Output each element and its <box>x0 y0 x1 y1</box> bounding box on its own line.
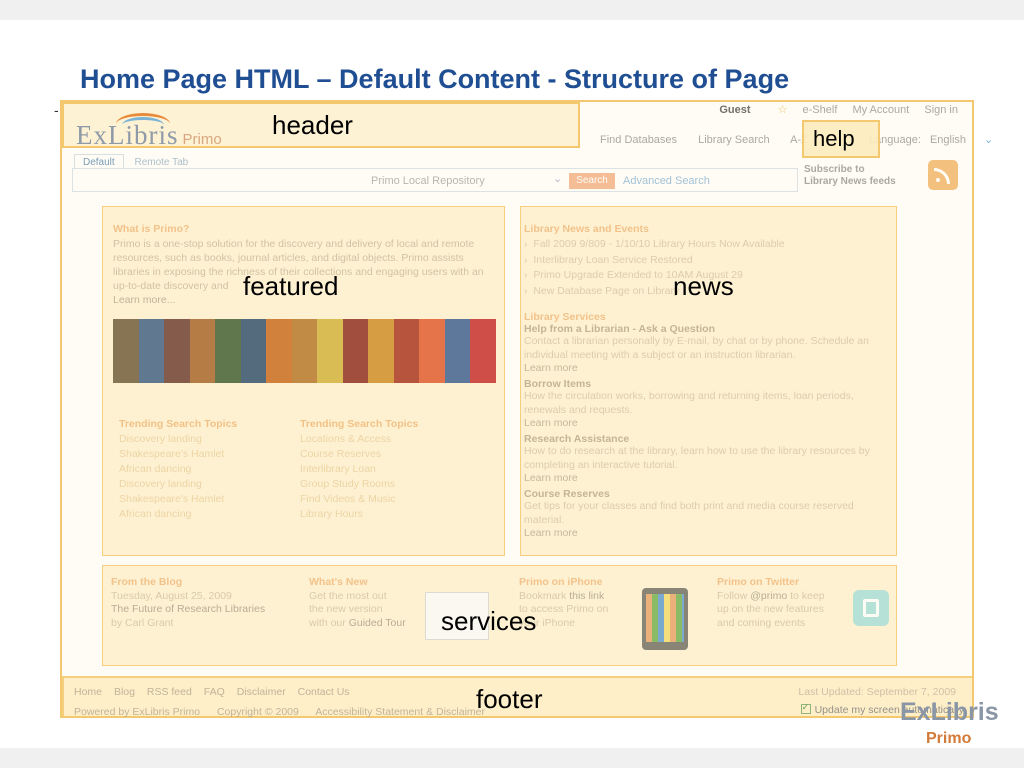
learn-more-link[interactable]: Learn more <box>524 527 884 539</box>
service-twitter: Primo on Twitter Follow @primo to keep u… <box>717 576 825 629</box>
services-region: From the Blog Tuesday, August 25, 2009 T… <box>102 565 897 666</box>
user-links: Guest ☆ e-Shelf My Account Sign in <box>707 103 958 116</box>
trend-item[interactable]: Find Videos & Music <box>300 492 418 507</box>
sign-in-link[interactable]: Sign in <box>924 104 958 116</box>
trend-item[interactable]: Locations & Access <box>300 432 418 447</box>
help-label: help <box>813 126 855 151</box>
logo-exlibris-text: ExLibris <box>76 120 179 150</box>
news-item[interactable]: › Primo Upgrade Extended to 10AM August … <box>524 268 785 284</box>
logo-primo-text: Primo <box>182 131 222 148</box>
guest-label: Guest <box>719 104 751 116</box>
my-account-link[interactable]: My Account <box>852 104 909 116</box>
trending-list-1: Trending Search Topics Discovery landing… <box>119 418 238 522</box>
trend-item[interactable]: Course Reserves <box>300 447 418 462</box>
trend-item[interactable]: Discovery landing <box>119 477 237 492</box>
news-item[interactable]: › Interlibrary Loan Service Restored <box>524 253 785 269</box>
slide-top-band <box>0 0 1024 20</box>
learn-more-link[interactable]: Learn more <box>524 472 884 484</box>
footer-links: Home Blog RSS feed FAQ Disclaimer Contac… <box>74 686 359 698</box>
footer-label: footer <box>476 684 543 714</box>
chevron-down-icon: ⌄ <box>984 134 994 146</box>
header-label: header <box>272 110 353 140</box>
featured-label: featured <box>243 271 339 301</box>
footer-home-link[interactable]: Home <box>74 686 102 698</box>
news-label: news <box>673 271 734 301</box>
news-title: Library News and Events <box>524 223 649 235</box>
subscribe-text[interactable]: Subscribe to Library News feeds <box>804 164 896 188</box>
news-region: Library News and Events › Fall 2009 9/80… <box>520 206 897 556</box>
advanced-search-link[interactable]: Advanced Search <box>623 175 710 187</box>
service-blog: From the Blog Tuesday, August 25, 2009 T… <box>111 576 266 629</box>
services-label: services <box>441 606 537 636</box>
trend-item[interactable]: Discovery landing <box>119 432 237 447</box>
trend-item[interactable]: Group Study Rooms <box>300 477 418 492</box>
scope-select[interactable]: Primo Local Repository <box>371 175 485 187</box>
trend-item[interactable]: Shakespeare's Hamlet <box>119 492 237 507</box>
trend-item[interactable]: Interlibrary Loan <box>300 462 418 477</box>
footer-rss-link[interactable]: RSS feed <box>147 686 192 698</box>
footer-blog-link[interactable]: Blog <box>114 686 135 698</box>
trending-list-2: Trending Search Topics Locations & Acces… <box>300 418 419 522</box>
help-region: help <box>802 120 880 158</box>
nav-library-search[interactable]: Library Search <box>698 134 770 146</box>
dash-mark: - <box>54 102 59 118</box>
books-image <box>113 319 496 383</box>
accessibility-link[interactable]: Accessibility Statement & Disclaimer <box>315 706 485 718</box>
last-updated: Last Updated: September 7, 2009 <box>798 686 956 698</box>
slide-bottom-band <box>0 748 1024 768</box>
header-region: ExLibris Primo header <box>62 102 580 151</box>
eshelf-link[interactable]: ☆ e-Shelf <box>766 104 838 116</box>
featured-title: What is Primo? <box>113 223 190 235</box>
library-services: Library Services Help from a Librarian -… <box>524 311 884 539</box>
exlibris-logo[interactable]: ExLibris Primo <box>76 120 222 151</box>
twitter-handle-link[interactable]: @primo <box>750 590 787 602</box>
news-list: › Fall 2009 9/809 - 1/10/10 Library Hour… <box>524 237 785 299</box>
news-item[interactable]: › Fall 2009 9/809 - 1/10/10 Library Hour… <box>524 237 785 253</box>
service-whats-new: What's New Get the most out the new vers… <box>309 576 406 629</box>
trend-item[interactable]: Library Hours <box>300 507 418 522</box>
trend-item[interactable]: Shakespeare's Hamlet <box>119 447 237 462</box>
footer-faq-link[interactable]: FAQ <box>204 686 225 698</box>
featured-region: What is Primo? Primo is a one-stop solut… <box>102 206 505 556</box>
slide-title: Home Page HTML – Default Content - Struc… <box>80 64 790 94</box>
footer-disclaimer-link[interactable]: Disclaimer <box>237 686 286 698</box>
rss-icon[interactable] <box>928 160 958 190</box>
blog-post-link[interactable]: The Future of Research Libraries <box>111 603 265 617</box>
language-select[interactable]: English ⌄ <box>930 134 1011 146</box>
checkbox-icon <box>800 702 811 714</box>
guided-tour-link[interactable]: Guided Tour <box>349 617 406 629</box>
learn-more-link[interactable]: Learn more <box>524 362 884 374</box>
featured-learn-more[interactable]: Learn more... <box>113 294 175 306</box>
news-item[interactable]: › New Database Page on Library <box>524 284 785 300</box>
footer-region: Home Blog RSS feed FAQ Disclaimer Contac… <box>62 676 974 718</box>
nav-find-databases[interactable]: Find Databases <box>600 134 677 146</box>
primo-page-mockup: ExLibris Primo header Guest ☆ e-Shelf My … <box>60 100 993 718</box>
search-bar: Primo Local Repository ⌄ Search Advanced… <box>72 168 798 192</box>
search-button[interactable]: Search <box>569 173 615 189</box>
iphone-link[interactable]: this link <box>569 590 604 602</box>
footer-sub: Powered by ExLibris Primo Copyright © 20… <box>74 706 485 718</box>
iphone-icon <box>642 588 688 650</box>
star-icon: ☆ <box>777 104 788 116</box>
trend-item[interactable]: African dancing <box>119 507 237 522</box>
trend-item[interactable]: African dancing <box>119 462 237 477</box>
learn-more-link[interactable]: Learn more <box>524 417 884 429</box>
scope-chevron-icon[interactable]: ⌄ <box>553 172 562 185</box>
twitter-icon[interactable] <box>853 590 889 626</box>
footer-contact-link[interactable]: Contact Us <box>298 686 350 698</box>
exlibris-brand-logo: ExLibris Primo <box>900 698 999 747</box>
